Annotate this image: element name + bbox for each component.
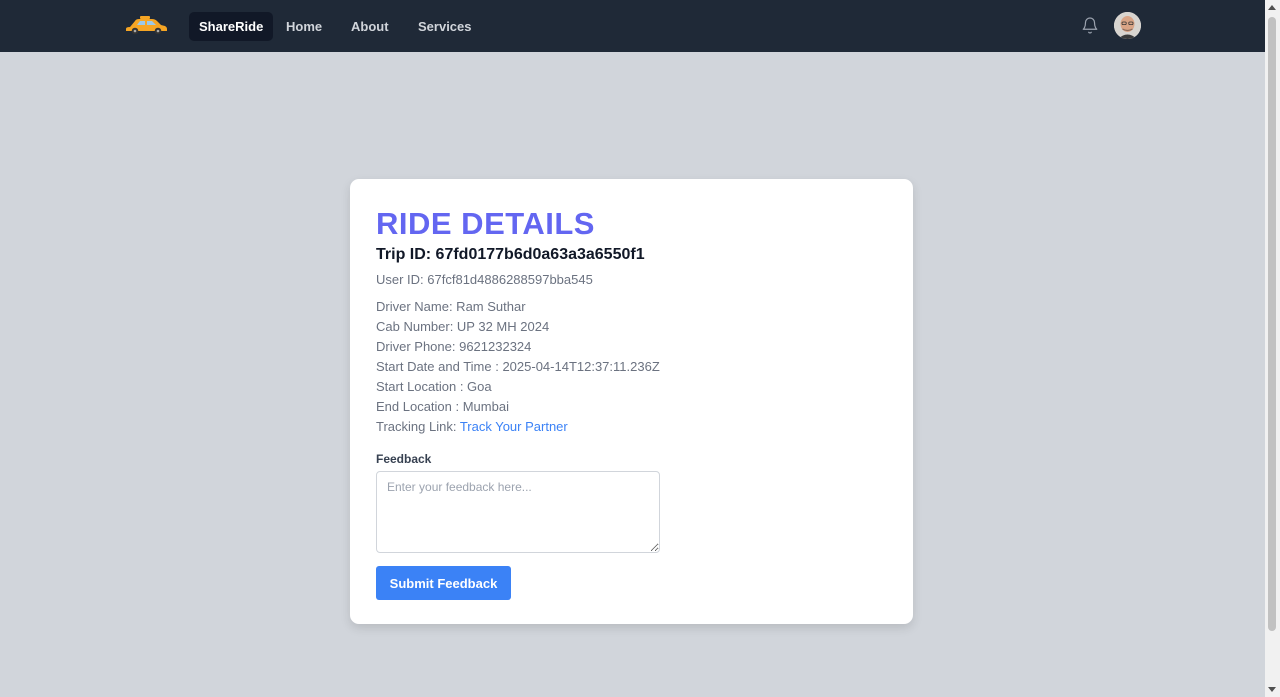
nav-home[interactable]: Home bbox=[276, 12, 332, 41]
trip-id: Trip ID: 67fd0177b6d0a63a3a6550f1 bbox=[376, 246, 645, 263]
nav-shareride[interactable]: ShareRide bbox=[189, 12, 274, 41]
end-location: End Location : Mumbai bbox=[376, 399, 509, 414]
scroll-thumb[interactable] bbox=[1268, 17, 1276, 631]
start-datetime: Start Date and Time : 2025-04-14T12:37:1… bbox=[376, 359, 660, 374]
navbar: ShareRide Home About Services bbox=[0, 0, 1265, 52]
avatar-image bbox=[1114, 12, 1141, 39]
user-id: User ID: 67fcf81d4886288597bba545 bbox=[376, 272, 593, 287]
scroll-down-arrow-icon[interactable] bbox=[1268, 687, 1276, 692]
nav-services[interactable]: Services bbox=[408, 12, 482, 41]
page-title: RIDE DETAILS bbox=[376, 206, 595, 241]
start-location: Start Location : Goa bbox=[376, 379, 492, 394]
bell-icon[interactable] bbox=[1081, 16, 1099, 35]
nav-about[interactable]: About bbox=[341, 12, 399, 41]
tracking-label: Tracking Link: bbox=[376, 419, 457, 434]
user-avatar[interactable] bbox=[1114, 12, 1141, 39]
ride-details-card: RIDE DETAILS Trip ID: 67fd0177b6d0a63a3a… bbox=[350, 179, 913, 624]
ride-info-list: Driver Name: Ram Suthar Cab Number: UP 3… bbox=[376, 297, 887, 437]
feedback-textarea[interactable] bbox=[376, 471, 660, 553]
cab-logo-icon[interactable] bbox=[124, 14, 168, 36]
scroll-up-arrow-icon[interactable] bbox=[1268, 5, 1276, 10]
feedback-label: Feedback bbox=[376, 452, 432, 466]
driver-name: Driver Name: Ram Suthar bbox=[376, 299, 526, 314]
page-scrollbar[interactable] bbox=[1265, 0, 1280, 697]
track-partner-link[interactable]: Track Your Partner bbox=[460, 419, 568, 434]
cab-number: Cab Number: UP 32 MH 2024 bbox=[376, 319, 550, 334]
driver-phone: Driver Phone: 9621232324 bbox=[376, 339, 532, 354]
submit-feedback-button[interactable]: Submit Feedback bbox=[376, 566, 511, 600]
tracking-row: Tracking Link: Track Your Partner bbox=[376, 417, 887, 437]
